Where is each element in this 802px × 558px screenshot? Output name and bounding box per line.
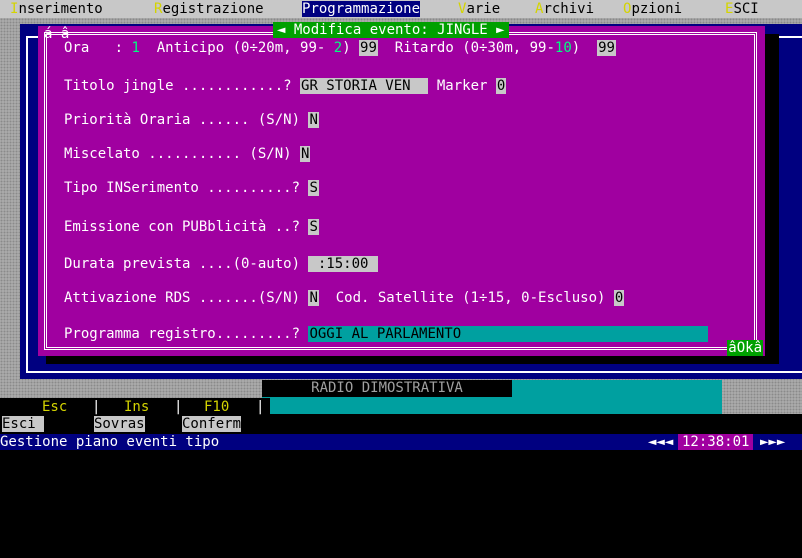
menu-esci[interactable]: ESCI: [725, 1, 759, 17]
row-emissione: Emissione con PUBblicità ..? S: [64, 219, 319, 235]
key-esc-desc[interactable]: Esci: [2, 416, 45, 432]
row-rds: Attivazione RDS .......(S/N) N Cod. Sate…: [64, 290, 625, 306]
marker-label: Marker: [428, 78, 496, 94]
radio-name: RADIO DIMOSTRATIVA: [262, 380, 512, 397]
key-f10[interactable]: F10: [204, 399, 229, 415]
menu-label: egistrazione: [162, 1, 264, 17]
row-durata: Durata prevista ....(0-auto) :15:00: [64, 256, 378, 272]
menu-label: nserimento: [18, 1, 103, 17]
dialog-title: ◄ Modifica evento: JINGLE ►: [273, 22, 509, 38]
menu-registrazione[interactable]: Registrazione: [154, 1, 264, 17]
rds-label: Attivazione RDS .......(S/N): [64, 290, 309, 306]
programma-label: Programma registro.........?: [64, 326, 309, 342]
key-ins[interactable]: Ins: [124, 399, 149, 415]
priorita-field[interactable]: N: [308, 112, 319, 128]
menu-label: rogrammazione: [310, 1, 421, 17]
row-tipo: Tipo INSerimento ..........? S: [64, 180, 319, 196]
emissione-field[interactable]: S: [308, 219, 319, 235]
satellite-field[interactable]: 0: [613, 290, 625, 306]
tipo-label: Tipo INSerimento ..........?: [64, 180, 309, 196]
anticipo-label: Anticipo (0÷20m, 99-: [139, 40, 334, 56]
dialog-shadow: [765, 34, 779, 364]
key-f10-desc[interactable]: Conferm: [182, 416, 242, 432]
key-separator: |: [256, 399, 265, 415]
key-ins-desc[interactable]: Sovras: [94, 416, 145, 432]
anticipo-field[interactable]: 99: [359, 40, 378, 56]
anticipo-range: 2: [333, 40, 343, 56]
menu-inserimento[interactable]: Inserimento: [10, 1, 103, 17]
satellite-label: Cod. Satellite (1÷15, 0-Escluso): [318, 290, 614, 306]
menu-archivi[interactable]: Archivi: [535, 1, 594, 17]
menu-varie[interactable]: Varie: [458, 1, 500, 17]
anticipo-close: ): [342, 40, 360, 56]
ritardo-range: 10: [554, 40, 572, 56]
ritardo-field[interactable]: 99: [597, 40, 616, 56]
row-titolo: Titolo jingle ............? GR STORIA VE…: [64, 78, 507, 94]
menu-label: rchivi: [543, 1, 595, 17]
arrow-right-icon: ►►►: [760, 434, 786, 450]
row-priorita: Priorità Oraria ...... (S/N) N: [64, 112, 319, 128]
durata-field[interactable]: :15:00: [308, 256, 378, 272]
ora-label: Ora :: [64, 40, 132, 56]
ok-button[interactable]: âOkâ: [727, 340, 763, 356]
clock: 12:38:01: [678, 434, 754, 450]
marker-field[interactable]: 0: [495, 78, 507, 94]
miscelato-label: Miscelato ........... (S/N): [64, 146, 301, 162]
menu-bar: Inserimento Registrazione Programmazione…: [0, 0, 802, 18]
durata-label: Durata prevista ....(0-auto): [64, 256, 309, 272]
ritardo-label: Ritardo (0÷30m, 99-: [377, 40, 555, 56]
dialog-shadow: [46, 356, 779, 364]
tipo-field[interactable]: S: [308, 180, 319, 196]
row-programma: Programma registro.........? OGGI AL PAR…: [64, 326, 709, 342]
key-separator: |: [174, 399, 183, 415]
titolo-field[interactable]: GR STORIA VEN: [300, 78, 429, 94]
ritardo-close: ): [571, 40, 598, 56]
row-ora: Ora : 1 Anticipo (0÷20m, 99- 2) 99 Ritar…: [64, 40, 616, 56]
status-text: Gestione piano eventi tipo: [0, 434, 220, 450]
rds-field[interactable]: N: [308, 290, 319, 306]
titolo-label: Titolo jingle ............?: [64, 78, 301, 94]
menu-programmazione[interactable]: Programmazione: [302, 1, 421, 17]
event-dialog: á â ◄ Modifica evento: JINGLE ► Ora : 1 …: [38, 22, 765, 356]
programma-field[interactable]: OGGI AL PARLAMENTO: [308, 326, 709, 342]
menu-label: pzioni: [631, 1, 683, 17]
function-keys-bar: Esc | Ins | F10 | Esci Sovras Conferm: [0, 398, 270, 434]
ora-value[interactable]: 1: [131, 40, 139, 56]
miscelato-field[interactable]: N: [300, 146, 311, 162]
row-miscelato: Miscelato ........... (S/N) N: [64, 146, 311, 162]
key-separator: |: [92, 399, 101, 415]
menu-label: SCI: [733, 1, 759, 17]
emissione-label: Emissione con PUBblicità ..?: [64, 219, 309, 235]
arrow-left-icon: ◄◄◄: [648, 434, 674, 450]
menu-opzioni[interactable]: Opzioni: [623, 1, 682, 17]
menu-label: arie: [466, 1, 501, 17]
priorita-label: Priorità Oraria ...... (S/N): [64, 112, 309, 128]
key-esc[interactable]: Esc: [42, 399, 67, 415]
